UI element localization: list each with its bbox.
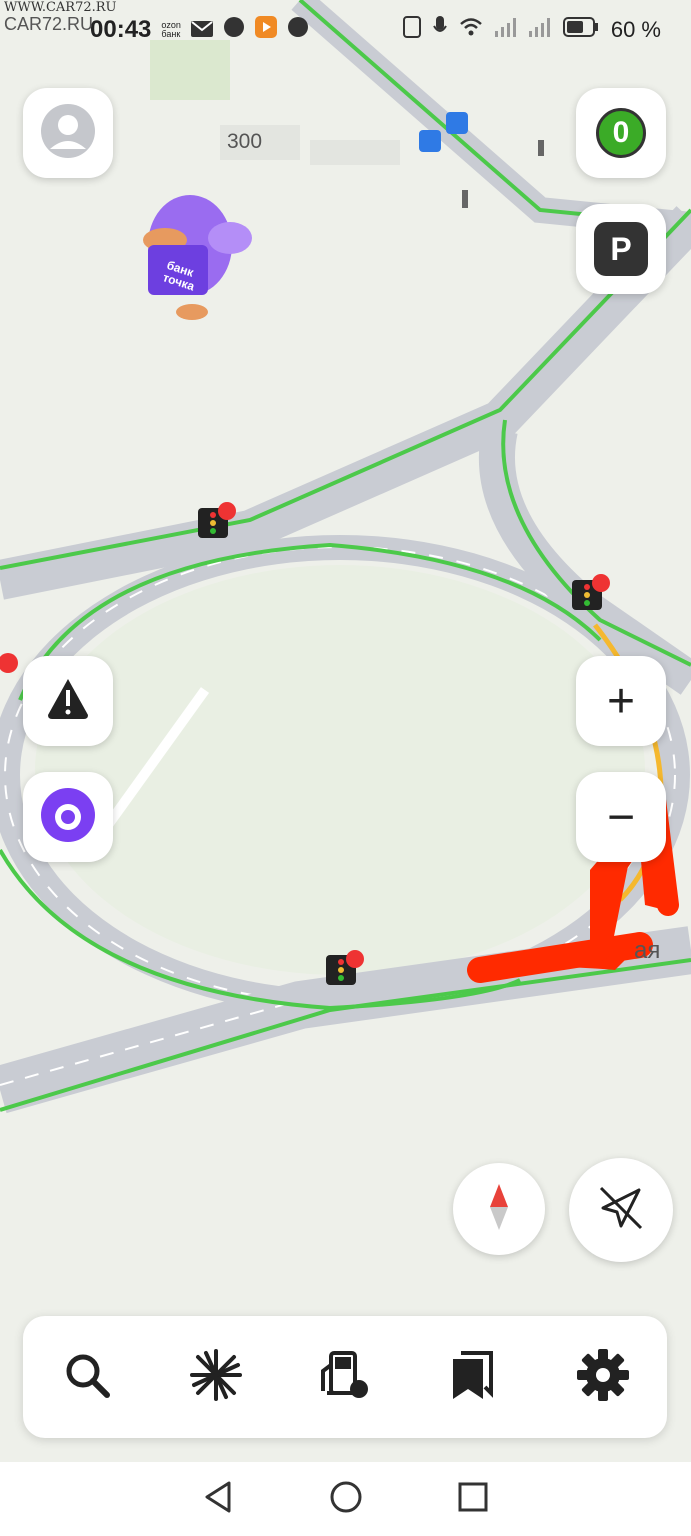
watermark-line2: CAR72.RU — [4, 14, 94, 34]
zoom-in-button[interactable]: + — [576, 656, 666, 746]
bookmarks-icon — [449, 1347, 499, 1408]
building — [310, 140, 400, 165]
home-icon[interactable] — [329, 1480, 363, 1519]
recent-apps-icon[interactable] — [457, 1481, 489, 1518]
battery-percent: 60 % — [610, 17, 661, 42]
parking-button[interactable]: P — [576, 204, 666, 294]
compass-button[interactable] — [453, 1163, 545, 1255]
ozon-bank-icon: ozon банк — [161, 20, 181, 39]
warning-icon — [44, 675, 92, 728]
gas-station-button[interactable] — [305, 1337, 385, 1417]
hot-places-button[interactable] — [176, 1337, 256, 1417]
search-button[interactable] — [47, 1337, 127, 1417]
signal-icon — [528, 17, 551, 43]
search-icon — [62, 1350, 112, 1405]
gas-station-icon — [317, 1347, 373, 1408]
signal-icon — [494, 17, 517, 43]
profile-button[interactable] — [23, 88, 113, 178]
location-off-icon — [595, 1182, 647, 1239]
zoom-out-button[interactable]: − — [576, 772, 666, 862]
nfc-icon — [402, 16, 421, 44]
bus-stop-icon[interactable] — [419, 130, 441, 152]
avatar-icon — [40, 103, 96, 164]
street-name-label: ая — [634, 937, 661, 964]
app-notification-icon — [287, 16, 309, 44]
back-icon[interactable] — [203, 1480, 235, 1519]
app-notification-icon — [223, 16, 245, 44]
bookmarks-button[interactable] — [434, 1337, 514, 1417]
mail-icon — [190, 17, 213, 43]
settings-button[interactable] — [563, 1337, 643, 1417]
bus-stop-icon[interactable] — [446, 112, 468, 134]
parking-icon: P — [594, 222, 648, 276]
gear-icon — [575, 1347, 631, 1408]
report-incident-button[interactable] — [23, 656, 113, 746]
alice-voice-assistant-button[interactable] — [23, 772, 113, 862]
house-number-label: 300 — [227, 130, 263, 153]
wifi-icon — [459, 17, 483, 43]
score-badge: 0 — [596, 108, 646, 158]
watermark: WWW.CAR72.RU CAR72.RU — [4, 0, 117, 34]
microphone-icon — [432, 16, 447, 44]
location-button[interactable] — [569, 1158, 673, 1262]
bottom-toolbar — [23, 1316, 667, 1438]
alice-icon — [40, 787, 96, 848]
compass-icon — [484, 1182, 514, 1237]
hot-places-icon — [188, 1347, 244, 1408]
system-navigation-bar — [0, 1462, 691, 1536]
plus-icon: + — [606, 674, 636, 728]
minus-icon: − — [606, 790, 636, 844]
battery-icon — [562, 17, 599, 43]
driving-score-button[interactable]: 0 — [576, 88, 666, 178]
play-notification-icon — [254, 16, 277, 44]
